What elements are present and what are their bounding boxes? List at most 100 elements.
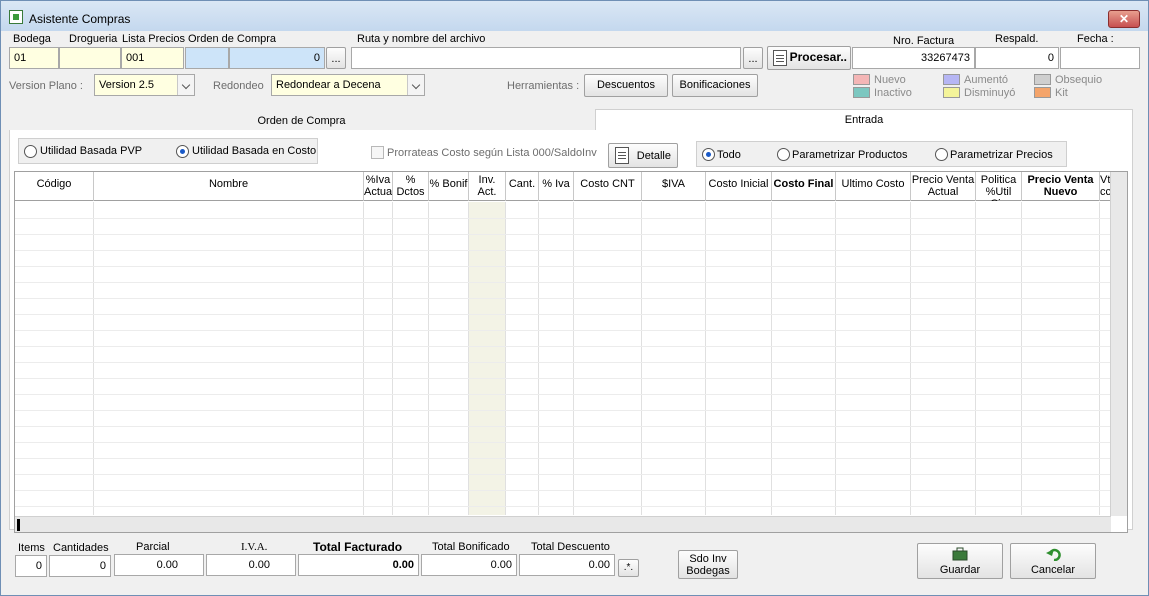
grid-column-header[interactable]: Costo Inicial bbox=[706, 172, 772, 201]
bonificado-field: 0.00 bbox=[421, 554, 517, 576]
column-header-line1: Ultimo Costo bbox=[841, 178, 905, 190]
descuento-detail-button[interactable]: .*. bbox=[618, 559, 639, 577]
orden-compra-label: Orden de Compra bbox=[188, 33, 277, 45]
redondeo-select[interactable]: Redondear a Decena bbox=[271, 74, 425, 96]
vertical-scrollbar[interactable] bbox=[1110, 172, 1127, 516]
legend-swatch-aumento bbox=[943, 74, 960, 85]
version-plano-value: Version 2.5 bbox=[99, 79, 155, 91]
respald-field[interactable]: 0 bbox=[975, 47, 1059, 69]
grid-column-header[interactable]: Ultimo Costo bbox=[836, 172, 911, 201]
column-header-line1: % bbox=[405, 174, 416, 186]
parametrizar-precios-label: Parametrizar Precios bbox=[950, 149, 1053, 161]
grid-row-line bbox=[15, 314, 1111, 315]
filtro-group: Todo Parametrizar Productos Parametrizar… bbox=[696, 141, 1067, 167]
grid-column-line bbox=[428, 202, 429, 515]
factura-field[interactable]: 33267473 bbox=[852, 47, 975, 69]
factura-label: Nro. Factura bbox=[893, 35, 955, 47]
orden-browse-button[interactable]: ... bbox=[326, 47, 346, 69]
tab-entrada[interactable]: Entrada bbox=[595, 109, 1133, 131]
grid-row-line bbox=[15, 490, 1111, 491]
redondeo-label: Redondeo bbox=[213, 80, 264, 92]
iva-label: I.V.A. bbox=[241, 541, 268, 553]
parametrizar-productos-radio[interactable] bbox=[777, 148, 790, 161]
procesar-button[interactable]: Procesar.. bbox=[767, 46, 851, 70]
grid-row-line bbox=[15, 458, 1111, 459]
tab-orden-compra[interactable]: Orden de Compra bbox=[9, 109, 594, 131]
grid-column-header[interactable]: Nombre bbox=[94, 172, 364, 201]
cancelar-button[interactable]: Cancelar bbox=[1010, 543, 1096, 579]
utilidad-costo-radio[interactable] bbox=[176, 145, 189, 158]
grid-column-header[interactable]: Código bbox=[15, 172, 94, 201]
close-button[interactable]: ✕ bbox=[1108, 10, 1140, 28]
column-header-line2: Actual bbox=[927, 186, 959, 198]
scroll-thumb[interactable] bbox=[17, 519, 20, 531]
grid-column-line bbox=[771, 202, 772, 515]
column-header-line2: %Util Cja bbox=[985, 186, 1012, 201]
iva-field: 0.00 bbox=[206, 554, 296, 576]
window-title: Asistente Compras bbox=[29, 12, 131, 26]
bonificaciones-button[interactable]: Bonificaciones bbox=[672, 74, 758, 97]
orden-compra-field[interactable] bbox=[185, 47, 229, 69]
todo-radio[interactable] bbox=[702, 148, 715, 161]
grid-column-header[interactable]: Politica%Util Cja bbox=[976, 172, 1022, 201]
grid-column-header[interactable]: %Iva Actua bbox=[364, 172, 393, 201]
column-header-line1: Código bbox=[36, 178, 72, 190]
items-field: 0 bbox=[15, 555, 47, 577]
ruta-label: Ruta y nombre del archivo bbox=[357, 33, 486, 45]
cantidades-field: 0 bbox=[49, 555, 111, 577]
cantidades-label: Cantidades bbox=[53, 542, 109, 554]
respald-label: Respald. bbox=[995, 33, 1039, 45]
chevron-down-icon bbox=[407, 75, 424, 95]
todo-label: Todo bbox=[717, 149, 741, 161]
column-header-line1: Costo CNT bbox=[580, 178, 635, 190]
parametrizar-productos-label: Parametrizar Productos bbox=[792, 149, 908, 161]
grid-column-header[interactable]: % Iva bbox=[539, 172, 574, 201]
document-icon bbox=[773, 50, 787, 66]
grid-column-header[interactable]: Precio Venta Nuevo bbox=[1022, 172, 1100, 201]
sdo-inv-bodegas-button[interactable]: Sdo Inv Bodegas bbox=[678, 550, 738, 579]
grid-row-line bbox=[15, 282, 1111, 283]
grid-row-line bbox=[15, 506, 1111, 507]
grid-row-line bbox=[15, 266, 1111, 267]
bodega-field[interactable]: 01 bbox=[9, 47, 59, 69]
column-header-line2: cc bbox=[1100, 186, 1111, 198]
lista-precios-field[interactable]: 001 bbox=[121, 47, 184, 69]
descuentos-button[interactable]: Descuentos bbox=[584, 74, 668, 97]
detalle-button[interactable]: Detalle bbox=[608, 143, 678, 168]
grid-column-line bbox=[363, 202, 364, 515]
grid-column-header[interactable]: $IVA bbox=[642, 172, 706, 201]
ruta-browse-button[interactable]: ... bbox=[743, 47, 763, 69]
grid-column-header[interactable]: % Bonif bbox=[429, 172, 469, 201]
drogueria-field[interactable] bbox=[59, 47, 121, 69]
fecha-field[interactable] bbox=[1060, 47, 1140, 69]
prorrateas-checkbox[interactable] bbox=[371, 146, 384, 159]
legend-aumento-label: Aumentó bbox=[964, 74, 1009, 86]
cancelar-label: Cancelar bbox=[1030, 564, 1076, 576]
grid-column-header[interactable]: Precio Venta Actual bbox=[911, 172, 976, 201]
grid-column-header[interactable]: Costo Final bbox=[772, 172, 836, 201]
ruta-archivo-field[interactable] bbox=[351, 47, 741, 69]
grid-column-header[interactable]: Inv. Act. bbox=[469, 172, 506, 201]
utilidad-pvp-radio[interactable] bbox=[24, 145, 37, 158]
column-header-line1: Nombre bbox=[208, 178, 249, 190]
column-header-line1: % Iva bbox=[542, 178, 570, 190]
column-header-line1: Vt bbox=[1100, 174, 1111, 186]
version-plano-select[interactable]: Version 2.5 bbox=[94, 74, 195, 96]
guardar-button[interactable]: Guardar bbox=[917, 543, 1003, 579]
grid-row-line bbox=[15, 474, 1111, 475]
grid-body[interactable] bbox=[15, 202, 1111, 515]
descuento-label: Total Descuento bbox=[531, 541, 610, 553]
column-header-line2: Actua bbox=[364, 186, 393, 198]
app-icon bbox=[9, 10, 23, 24]
grid-column-line bbox=[392, 202, 393, 515]
bonificado-label: Total Bonificado bbox=[432, 541, 510, 553]
grid-column-header[interactable]: Costo CNT bbox=[574, 172, 642, 201]
grid-column-header[interactable]: % Dctos bbox=[393, 172, 429, 201]
parametrizar-precios-radio[interactable] bbox=[935, 148, 948, 161]
compras-grid[interactable]: Código Nombre %Iva Actua% Dctos% Bonif Inv. Ac… bbox=[14, 171, 1128, 533]
grid-row-line bbox=[15, 234, 1111, 235]
horizontal-scrollbar[interactable] bbox=[15, 516, 1111, 532]
items-label: Items bbox=[18, 542, 45, 554]
grid-column-header[interactable]: Cant. bbox=[506, 172, 539, 201]
orden-compra-number[interactable]: 0 bbox=[229, 47, 325, 69]
